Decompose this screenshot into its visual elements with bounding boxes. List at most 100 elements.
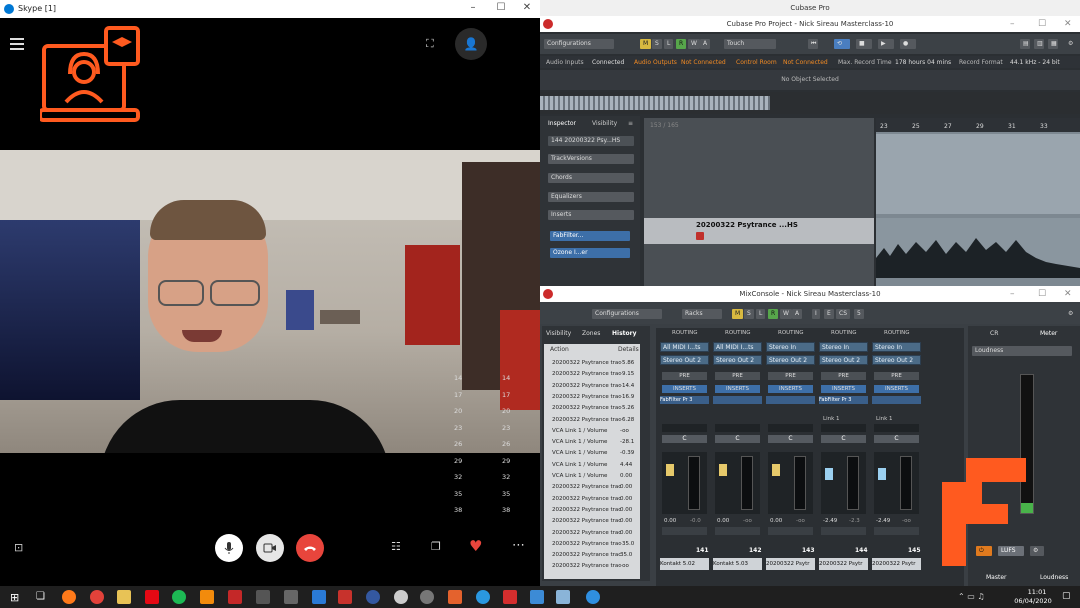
- spotify-icon[interactable]: [172, 590, 186, 604]
- send-icon[interactable]: [284, 590, 298, 604]
- pan-control[interactable]: C: [715, 435, 760, 443]
- app-icon-8[interactable]: [503, 590, 517, 604]
- mode-s[interactable]: S: [652, 39, 662, 49]
- mode-5[interactable]: 5: [854, 309, 864, 319]
- list-item[interactable]: 20200322 Psytrance trac -9.15: [552, 369, 638, 380]
- event-display[interactable]: 23 25 27 29 31 33: [876, 118, 1080, 286]
- minimize-icon[interactable]: –: [462, 2, 484, 13]
- list-item[interactable]: 20200322 Psytrance trac 0.00: [552, 528, 638, 539]
- tab-history[interactable]: History: [612, 330, 637, 337]
- channel-name[interactable]: 20200322 Psytr: [819, 558, 868, 570]
- layout-icon[interactable]: ▤: [1020, 39, 1030, 49]
- rewind-icon[interactable]: ⏮: [808, 39, 818, 49]
- layout-icon-3[interactable]: ▦: [1048, 39, 1058, 49]
- list-item[interactable]: 20200322 Psytrance trac -5.86: [552, 358, 638, 369]
- pan-control[interactable]: C: [662, 435, 707, 443]
- add-person-icon[interactable]: 👤: [455, 28, 487, 60]
- inserts-section[interactable]: INSERTS: [715, 385, 760, 393]
- inspector-track-name[interactable]: 144 20200322 Psy...HS: [548, 136, 634, 146]
- channel-name[interactable]: 20200322 Psytr: [872, 558, 921, 570]
- mode-l[interactable]: L: [664, 39, 674, 49]
- insert-slot[interactable]: FabFilter Pr 3: [660, 396, 709, 404]
- audio-waveform[interactable]: [876, 218, 1080, 278]
- app-icon-2[interactable]: [256, 590, 270, 604]
- list-item[interactable]: 20200322 Psytrance trac 35.0: [552, 550, 638, 561]
- tab-visibility[interactable]: Visibility: [592, 120, 617, 127]
- mode-w[interactable]: W: [688, 39, 700, 49]
- channel-name[interactable]: Kontakt 5.03: [713, 558, 762, 570]
- inserts-section[interactable]: INSERTS: [874, 385, 919, 393]
- list-item[interactable]: 20200322 Psytrance trac -14.4: [552, 381, 638, 392]
- app-icon-3[interactable]: [312, 590, 326, 604]
- file-explorer-icon[interactable]: [117, 590, 131, 604]
- pan-control[interactable]: C: [874, 435, 919, 443]
- volume-fader-knob[interactable]: [772, 464, 780, 476]
- pre-section[interactable]: PRE: [821, 372, 866, 380]
- routing-output[interactable]: Stereo Out 2: [766, 355, 815, 365]
- record-enable-icon[interactable]: [696, 232, 704, 240]
- tab-loudness[interactable]: Loudness: [1040, 574, 1068, 581]
- pre-section[interactable]: PRE: [874, 372, 919, 380]
- automation-buttons[interactable]: [768, 527, 813, 535]
- app-icon-9[interactable]: [530, 590, 544, 604]
- skype-taskbar-icon[interactable]: [586, 590, 600, 604]
- automation-buttons[interactable]: [715, 527, 760, 535]
- headphones-icon[interactable]: [394, 590, 408, 604]
- mode-m[interactable]: M: [640, 39, 652, 49]
- app-icon[interactable]: [228, 590, 242, 604]
- chat-icon[interactable]: ☷: [391, 540, 401, 553]
- configurations-dropdown[interactable]: Configurations: [544, 39, 614, 49]
- close-icon[interactable]: ✕: [1064, 16, 1072, 32]
- firefox-icon[interactable]: [62, 590, 76, 604]
- vlc-icon[interactable]: [200, 590, 214, 604]
- heart-icon[interactable]: ♥: [469, 537, 482, 555]
- ruler[interactable]: 23 25 27 29 31 33: [876, 118, 1080, 132]
- mode-l[interactable]: L: [756, 309, 766, 319]
- loudness-dropdown[interactable]: Loudness: [972, 346, 1072, 356]
- list-item[interactable]: 20200322 Psytrance trac -6.28: [552, 415, 638, 426]
- pan-control[interactable]: C: [768, 435, 813, 443]
- routing-output[interactable]: Stereo Out 2: [872, 355, 921, 365]
- mode-a[interactable]: A: [792, 309, 803, 319]
- insert-slot-2[interactable]: Ozone I...er: [550, 248, 630, 258]
- list-item[interactable]: 20200322 Psytrance trac -16.9: [552, 392, 638, 403]
- inserts-section[interactable]: INSERTS: [768, 385, 813, 393]
- list-item[interactable]: VCA Link 1 / Volume 0.00: [552, 471, 638, 482]
- list-item[interactable]: 20200322 Psytrance trac -oo: [552, 561, 638, 572]
- volume-fader-knob[interactable]: [878, 468, 886, 480]
- audio-event-upper[interactable]: [876, 134, 1080, 214]
- maximize-icon[interactable]: ☐: [1038, 286, 1046, 302]
- app-icon-6[interactable]: [448, 590, 462, 604]
- more-options-icon[interactable]: ⋯: [512, 538, 525, 553]
- routing-input[interactable]: All MIDI I...ts: [660, 342, 709, 352]
- list-item[interactable]: 20200322 Psytrance trac 0.00: [552, 482, 638, 493]
- volume-fader-knob[interactable]: [825, 468, 833, 480]
- section-chords[interactable]: Chords: [548, 173, 634, 183]
- routing-input[interactable]: Stereo In: [872, 342, 921, 352]
- screen-layout-icon[interactable]: ⛶: [426, 37, 434, 51]
- automation-mode-dropdown[interactable]: Touch: [724, 39, 776, 49]
- insert-slot[interactable]: FabFilter Pr 3: [819, 396, 868, 404]
- mode-e[interactable]: E: [824, 309, 834, 319]
- share-screen-icon[interactable]: ❐: [431, 540, 441, 553]
- racks-dropdown[interactable]: Racks: [682, 309, 722, 319]
- mode-w[interactable]: W: [780, 309, 792, 319]
- list-item[interactable]: VCA Link 1 / Volume -28.1: [552, 437, 638, 448]
- mode-m[interactable]: M: [732, 309, 744, 319]
- list-item[interactable]: VCA Link 1 / Volume 4.44: [552, 460, 638, 471]
- list-item[interactable]: 20200322 Psytrance trac -5.26: [552, 403, 638, 414]
- routing-output[interactable]: Stereo Out 2: [660, 355, 709, 365]
- close-icon[interactable]: ✕: [516, 2, 538, 13]
- list-item[interactable]: 20200322 Psytrance trac 0.00: [552, 516, 638, 527]
- channel-name[interactable]: Kontakt 5.02: [660, 558, 709, 570]
- overview-line[interactable]: [540, 92, 1080, 114]
- mode-r[interactable]: R: [768, 309, 779, 319]
- screenshot-icon[interactable]: ⊡: [14, 541, 23, 554]
- gear-icon[interactable]: ⚙: [1030, 546, 1044, 556]
- pan-control[interactable]: C: [821, 435, 866, 443]
- minimize-icon[interactable]: –: [1010, 16, 1015, 32]
- app-icon-7[interactable]: [476, 590, 490, 604]
- tab-master[interactable]: Master: [986, 574, 1007, 581]
- start-icon[interactable]: ⊞: [10, 591, 19, 604]
- automation-buttons[interactable]: [821, 527, 866, 535]
